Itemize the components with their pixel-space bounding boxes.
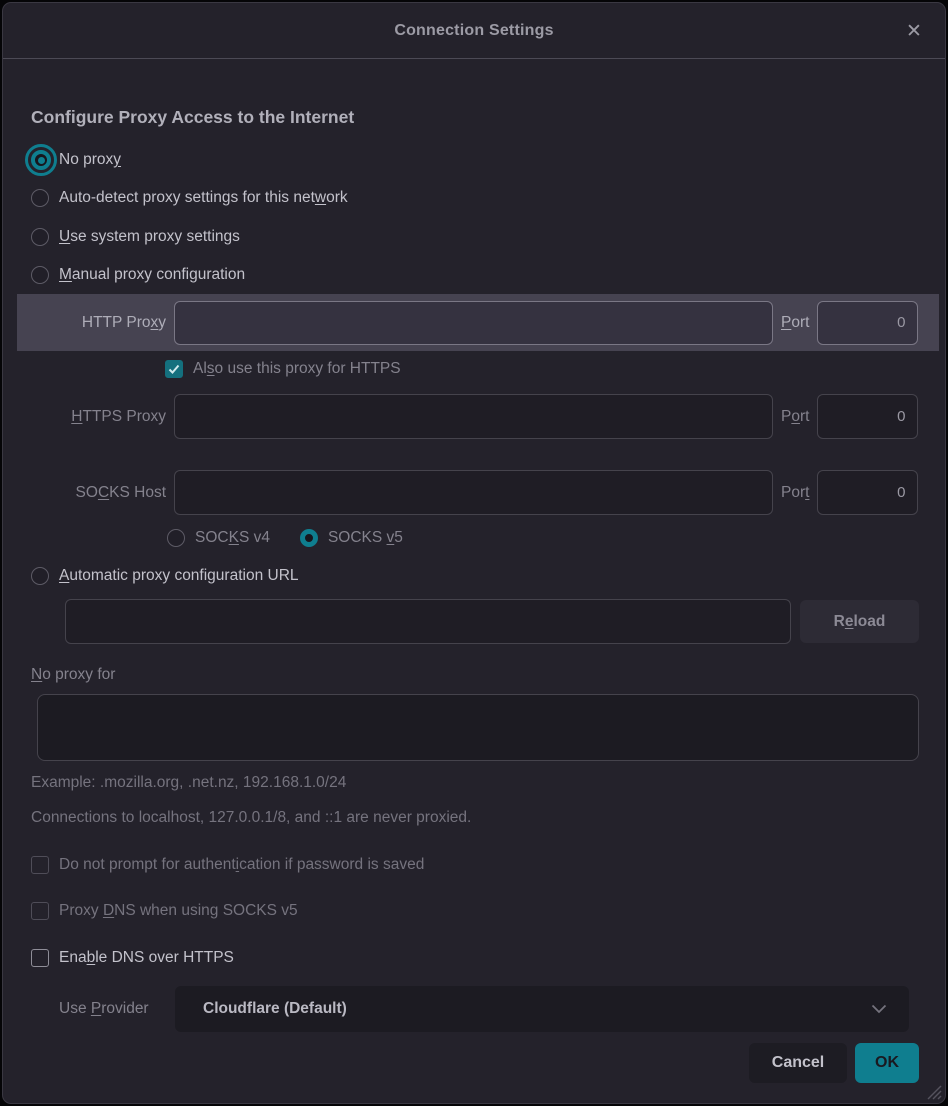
use-provider-label: Use Provider: [59, 999, 149, 1019]
socks-host-input[interactable]: [174, 470, 773, 515]
radio-socks-v5-label: SOCKS v5: [328, 529, 403, 547]
chevron-down-icon: [871, 1004, 887, 1014]
radio-icon: [31, 567, 49, 585]
radio-manual-proxy-label: Manual proxy configuration: [59, 266, 245, 284]
checkbox-enable-doh[interactable]: Enable DNS over HTTPS: [31, 946, 234, 970]
socks-port-input[interactable]: [817, 470, 918, 515]
https-proxy-row: HTTPS Proxy Port: [31, 394, 918, 439]
radio-icon: [167, 529, 185, 547]
close-icon[interactable]: ✕: [901, 18, 927, 44]
check-mark-icon: [167, 362, 181, 376]
radio-auto-detect-label: Auto-detect proxy settings for this netw…: [59, 189, 348, 207]
checkbox-enable-doh-label: Enable DNS over HTTPS: [59, 949, 234, 967]
http-port-input[interactable]: [817, 301, 918, 345]
connection-settings-dialog: Connection Settings ✕ Configure Proxy Ac…: [2, 2, 946, 1104]
radio-system-proxy[interactable]: Use system proxy settings: [31, 223, 240, 251]
radio-selected-icon: [31, 150, 51, 170]
ok-button[interactable]: OK: [855, 1043, 919, 1083]
no-proxy-example-text: Example: .mozilla.org, .net.nz, 192.168.…: [31, 773, 346, 793]
resize-grip[interactable]: [920, 1078, 942, 1100]
http-proxy-input[interactable]: [174, 301, 773, 345]
radio-icon: [31, 189, 49, 207]
checkbox-share-proxy-label: Also use this proxy for HTTPS: [193, 360, 401, 378]
checkbox-icon: [31, 949, 49, 967]
checkbox-no-prompt[interactable]: Do not prompt for authentication if pass…: [31, 853, 424, 877]
no-proxy-for-textarea[interactable]: [37, 694, 919, 761]
radio-system-proxy-label: Use system proxy settings: [59, 228, 240, 246]
socks-host-row: SOCKS Host Port: [31, 470, 918, 515]
radio-manual-proxy[interactable]: Manual proxy configuration: [31, 261, 245, 289]
checkbox-checked-icon: [165, 360, 183, 378]
auto-config-url-input[interactable]: [65, 599, 791, 644]
provider-dropdown[interactable]: Cloudflare (Default): [175, 986, 909, 1032]
socks-host-label: SOCKS Host: [31, 484, 166, 502]
radio-selected-icon: [300, 529, 318, 547]
radio-auto-detect[interactable]: Auto-detect proxy settings for this netw…: [31, 184, 348, 212]
radio-socks-v4[interactable]: SOCKS v4: [167, 529, 270, 547]
radio-auto-config-url-label: Automatic proxy configuration URL: [59, 567, 299, 585]
page-heading: Configure Proxy Access to the Internet: [31, 107, 354, 128]
radio-auto-config-url[interactable]: Automatic proxy configuration URL: [31, 563, 299, 589]
checkbox-proxy-dns-label: Proxy DNS when using SOCKS v5: [59, 902, 298, 920]
checkbox-proxy-dns[interactable]: Proxy DNS when using SOCKS v5: [31, 899, 298, 923]
https-proxy-label: HTTPS Proxy: [31, 408, 166, 426]
reload-button[interactable]: Reload: [800, 600, 919, 643]
radio-socks-v5[interactable]: SOCKS v5: [300, 529, 403, 547]
checkbox-no-prompt-label: Do not prompt for authentication if pass…: [59, 856, 424, 874]
https-proxy-input[interactable]: [174, 394, 773, 439]
provider-selected-value: Cloudflare (Default): [203, 1000, 871, 1018]
checkbox-icon: [31, 902, 49, 920]
checkbox-share-proxy[interactable]: Also use this proxy for HTTPS: [165, 356, 401, 382]
radio-icon: [31, 228, 49, 246]
socks-version-row: SOCKS v4 SOCKS v5: [167, 525, 403, 551]
dialog-titlebar: Connection Settings ✕: [3, 3, 945, 59]
radio-no-proxy[interactable]: No proxy: [31, 145, 121, 175]
cancel-button[interactable]: Cancel: [749, 1043, 847, 1083]
localhost-note-text: Connections to localhost, 127.0.0.1/8, a…: [31, 808, 471, 828]
checkbox-icon: [31, 856, 49, 874]
radio-no-proxy-label: No proxy: [59, 151, 121, 169]
http-proxy-row-highlighted: HTTP Proxy Port: [17, 294, 939, 351]
https-port-input[interactable]: [817, 394, 918, 439]
http-proxy-label: HTTP Proxy: [31, 314, 166, 332]
no-proxy-for-label: No proxy for: [31, 665, 115, 685]
https-port-label: Port: [781, 408, 809, 426]
http-port-label: Port: [781, 314, 809, 332]
dialog-title: Connection Settings: [394, 22, 553, 40]
socks-port-label: Port: [781, 484, 809, 502]
radio-socks-v4-label: SOCKS v4: [195, 529, 270, 547]
radio-icon: [31, 266, 49, 284]
